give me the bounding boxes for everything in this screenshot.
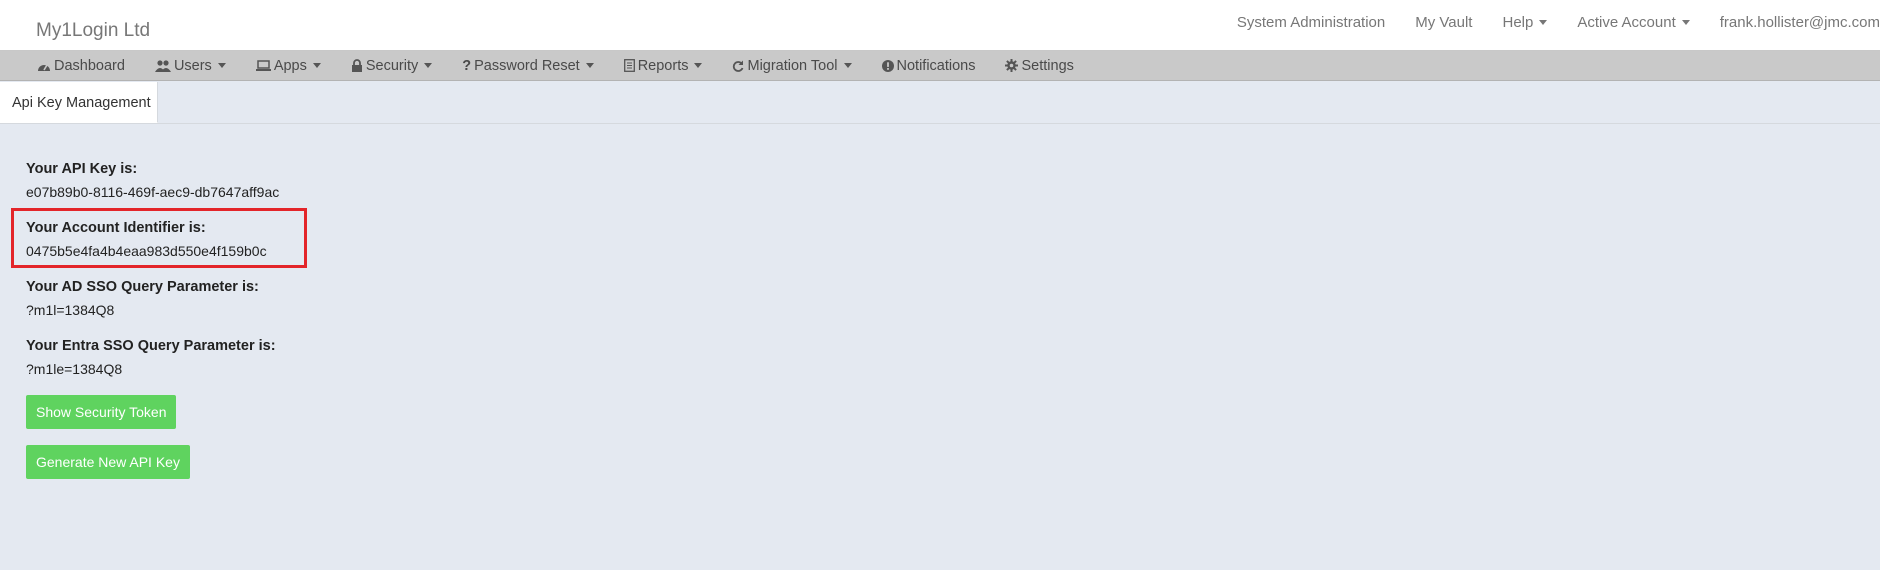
caret-down-icon — [312, 63, 321, 68]
top-header: My1Login Ltd System Administration My Va… — [0, 0, 1880, 51]
gear-icon — [1005, 59, 1019, 72]
caret-down-icon — [424, 63, 433, 68]
api-key-details: Your API Key is: e07b89b0-8116-469f-aec9… — [26, 159, 279, 395]
caret-down-icon — [217, 63, 226, 68]
menu-label: Reports — [637, 57, 689, 74]
account-identifier-highlight-box — [11, 208, 307, 268]
tab-strip: Api Key Management — [0, 82, 1880, 124]
menu-label: Users — [173, 57, 212, 74]
ad-sso-value: ?m1l=1384Q8 — [26, 302, 115, 318]
nav-active-account-dropdown[interactable]: Active Account — [1577, 12, 1690, 32]
caret-down-icon — [1539, 19, 1548, 25]
ad-sso-label: Your AD SSO Query Parameter is: — [26, 279, 259, 295]
lock-icon — [351, 59, 363, 72]
entra-sso-value: ?m1le=1384Q8 — [26, 361, 123, 377]
menu-dashboard[interactable]: Dashboard — [37, 58, 125, 74]
top-nav: System Administration My Vault Help Acti… — [1237, 12, 1880, 32]
menu-reports[interactable]: Reports — [623, 57, 703, 74]
show-security-token-button[interactable]: Show Security Token — [26, 395, 177, 429]
nav-help-dropdown[interactable]: Help — [1502, 12, 1548, 32]
menu-users[interactable]: Users — [154, 57, 226, 74]
nav-label: frank.hollister@jmc.com — [1719, 13, 1880, 31]
tab-api-key-management[interactable]: Api Key Management — [0, 82, 158, 123]
users-icon — [154, 59, 171, 72]
menu-security[interactable]: Security — [351, 57, 433, 74]
menu-label: Migration Tool — [747, 57, 838, 74]
generate-new-api-key-button[interactable]: Generate New API Key — [26, 445, 190, 479]
menu-label: Notifications — [896, 57, 976, 74]
refresh-icon — [732, 60, 744, 72]
caret-down-icon — [585, 63, 594, 68]
info-circle-icon — [881, 59, 894, 72]
nav-label: Help — [1502, 13, 1534, 31]
menu-password-reset[interactable]: ? Password Reset — [462, 57, 594, 74]
main-menu: Dashboard Users Apps Security ? Password … — [0, 51, 1880, 81]
caret-down-icon — [843, 63, 852, 68]
menu-label: Security — [365, 57, 419, 74]
entra-sso-block: Your Entra SSO Query Parameter is: ?m1le… — [26, 336, 279, 395]
menu-label: Password Reset — [474, 57, 580, 74]
report-icon — [623, 59, 635, 72]
caret-down-icon — [694, 63, 703, 68]
dashboard-icon — [37, 60, 51, 72]
menu-label: Dashboard — [54, 57, 125, 74]
nav-user-email[interactable]: frank.hollister@jmc.com — [1720, 12, 1880, 32]
brand-logo-text[interactable]: My1Login Ltd — [36, 20, 150, 42]
nav-label: Active Account — [1577, 13, 1676, 31]
menu-label: Settings — [1021, 57, 1074, 74]
menu-migration-tool[interactable]: Migration Tool — [732, 57, 852, 74]
entra-sso-label: Your Entra SSO Query Parameter is: — [26, 338, 276, 354]
nav-label: My Vault — [1415, 13, 1473, 31]
menu-notifications[interactable]: Notifications — [881, 57, 976, 74]
nav-label: System Administration — [1236, 13, 1386, 31]
nav-my-vault[interactable]: My Vault — [1415, 12, 1472, 32]
ad-sso-block: Your AD SSO Query Parameter is: ?m1l=138… — [26, 277, 279, 336]
nav-system-administration[interactable]: System Administration — [1237, 12, 1385, 32]
menu-label: Apps — [273, 57, 307, 74]
menu-apps[interactable]: Apps — [255, 57, 321, 74]
question-icon: ? — [462, 57, 472, 74]
laptop-icon — [255, 60, 271, 71]
api-key-label: Your API Key is: — [26, 161, 138, 177]
caret-down-icon — [1681, 19, 1690, 25]
menu-settings[interactable]: Settings — [1005, 57, 1074, 74]
